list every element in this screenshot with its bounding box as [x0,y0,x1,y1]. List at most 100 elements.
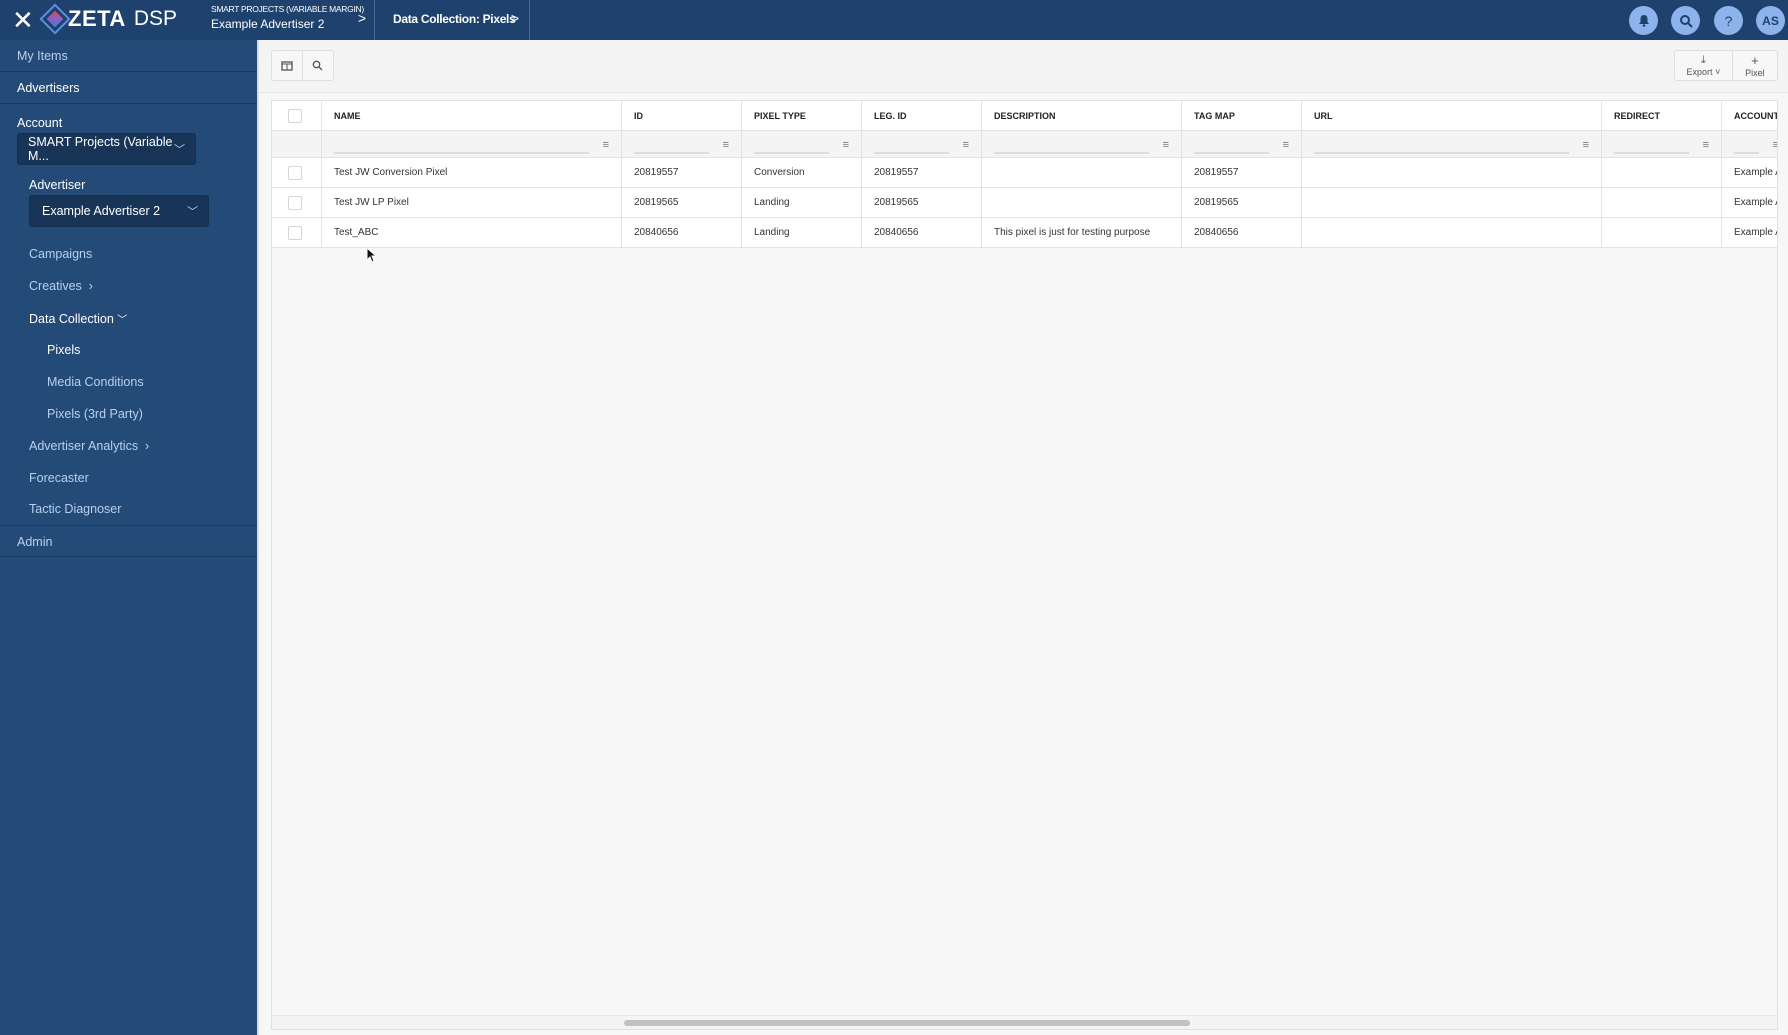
filter-input[interactable] [1314,152,1569,154]
chevron-down-icon: ﹀ [174,144,185,156]
filter-input[interactable] [634,152,709,154]
advertiser-value: Example Advertiser 2 [42,204,161,218]
filter-icon[interactable]: ≡ [1583,139,1589,151]
sidebar-item-advertiser-analytics[interactable]: Advertiser Analytics › [29,439,149,453]
chevron-right-icon: > [357,10,366,26]
advertiser-analytics-label: Advertiser Analytics [29,439,139,453]
sidebar-item-campaigns[interactable]: Campaigns [29,247,92,261]
column-header[interactable]: TAG MAP [1182,101,1302,130]
zeta-logo-icon [39,3,71,35]
filter-input[interactable] [1734,152,1759,154]
table-cell [982,158,1182,187]
close-icon[interactable]: ✕ [12,7,34,33]
sidebar-item-forecaster[interactable]: Forecaster [29,471,89,485]
table-cell: 20819557 [1182,158,1302,187]
filter-icon[interactable]: ≡ [723,139,729,151]
table-cell: Conversion [742,158,862,187]
row-checkbox[interactable] [288,195,302,210]
bell-icon[interactable] [1629,6,1658,35]
help-icon[interactable]: ? [1714,6,1743,35]
horizontal-scrollbar[interactable] [272,1015,1777,1029]
breadcrumb-advertiser[interactable]: SMART PROJECTS (VARIABLE MARGIN) Example… [195,0,375,40]
export-button[interactable]: ⤓ Export ˅ [1675,51,1733,80]
advertisers-label: Advertisers [17,81,80,95]
data-collection-label: Data Collection [29,312,114,326]
table-cell: 20840656 [622,218,742,247]
sidebar-item-tactic-diagnoser[interactable]: Tactic Diagnoser [29,502,121,516]
account-value: SMART Projects (Variable M... [28,135,173,163]
filter-icon[interactable]: ≡ [603,139,609,151]
logo[interactable]: ZETA DSP [39,3,177,35]
column-header[interactable]: NAME [322,101,622,130]
sidebar-item-data-collection[interactable]: Data Collection ﹀ [29,311,127,326]
breadcrumb-account: SMART PROJECTS (VARIABLE MARGIN) [211,4,364,14]
view-buttons [271,50,334,81]
table-cell [1602,158,1722,187]
row-checkbox[interactable] [288,108,302,123]
advertiser-dropdown[interactable]: Example Advertiser 2 ﹀ [29,195,209,227]
sidebar-item-my-items[interactable]: My Items [0,40,257,72]
filter-input[interactable] [334,152,589,154]
table-cell: Test_ABC [322,218,622,247]
search-icon[interactable] [303,51,333,80]
my-items-label: My Items [17,49,68,63]
breadcrumb-page[interactable]: Data Collection: Pixels > [375,0,530,40]
chevron-right-icon: › [85,279,93,293]
filter-icon[interactable]: ≡ [963,139,969,151]
table-cell: Example A [1722,188,1777,217]
table-cell [1602,188,1722,217]
scrollbar-thumb[interactable] [624,1020,1190,1026]
table-cell: 20840656 [1182,218,1302,247]
row-checkbox[interactable] [288,165,302,180]
account-dropdown[interactable]: SMART Projects (Variable M... ﹀ [17,133,196,165]
search-icon[interactable] [1671,6,1700,35]
table-cell: 20819557 [622,158,742,187]
column-header[interactable]: ID [622,101,742,130]
column-header[interactable]: DESCRIPTION [982,101,1182,130]
column-header[interactable]: REDIRECT [1602,101,1722,130]
filter-icon[interactable]: ≡ [1773,139,1777,151]
table-cell: Test JW Conversion Pixel [322,158,622,187]
columns-icon[interactable] [272,51,303,80]
chevron-right-icon: › [141,439,150,453]
logo-suffix: DSP [133,7,177,30]
filter-icon[interactable]: ≡ [1283,139,1289,151]
sidebar-item-creatives[interactable]: Creatives › [29,279,93,293]
filter-input[interactable] [1194,152,1269,154]
avatar[interactable]: AS [1756,6,1785,35]
table-cell: 20819565 [622,188,742,217]
chevron-down-icon: ﹀ [117,315,128,326]
sidebar-item-advertisers[interactable]: Advertisers [0,72,257,104]
filter-input[interactable] [994,152,1149,154]
table-row: Test JW LP Pixel 20819565 Landing 20819565 2… [272,188,1777,218]
filter-input[interactable] [1614,152,1689,154]
sidebar-item-pixels[interactable]: Pixels [47,343,80,357]
table-cell: This pixel is just for testing purpose [982,218,1182,247]
table-cell: 20819557 [862,158,982,187]
table-cell [1302,158,1602,187]
sidebar-item-admin[interactable]: Admin [0,525,257,557]
filter-icon[interactable]: ≡ [1703,139,1709,151]
filter-input[interactable] [754,152,829,154]
sidebar-item-pixels-3rd-party[interactable]: Pixels (3rd Party) [47,407,143,421]
row-checkbox[interactable] [288,225,302,240]
advertiser-label: Advertiser [29,178,86,192]
add-pixel-button[interactable]: + Pixel [1733,51,1777,80]
table-cell: Landing [742,188,862,217]
filter-row: ≡ ≡ ≡ ≡ ≡ ≡ ≡ ≡ ≡ [272,131,1777,158]
header-row: NAME ID PIXEL TYPE LEG. ID DESCRIPTION TAG MA… [272,101,1777,131]
breadcrumb-label: Example Advertiser 2 [211,17,325,31]
filter-icon[interactable]: ≡ [1163,139,1169,151]
sidebar-item-media-conditions[interactable]: Media Conditions [47,375,144,389]
column-header[interactable]: LEG. ID [862,101,982,130]
chevron-down-icon: ﹀ [187,206,198,218]
download-icon: ⤓ [1701,54,1706,66]
table-row: Test_ABC 20840656 Landing 20840656 This pixe… [272,218,1777,248]
column-header[interactable]: PIXEL TYPE [742,101,862,130]
filter-input[interactable] [874,152,949,154]
column-header[interactable]: ACCOUNT [1722,101,1777,130]
mouse-cursor-icon [366,247,376,263]
filter-icon[interactable]: ≡ [843,139,849,151]
admin-label: Admin [17,535,53,549]
column-header[interactable]: URL [1302,101,1602,130]
